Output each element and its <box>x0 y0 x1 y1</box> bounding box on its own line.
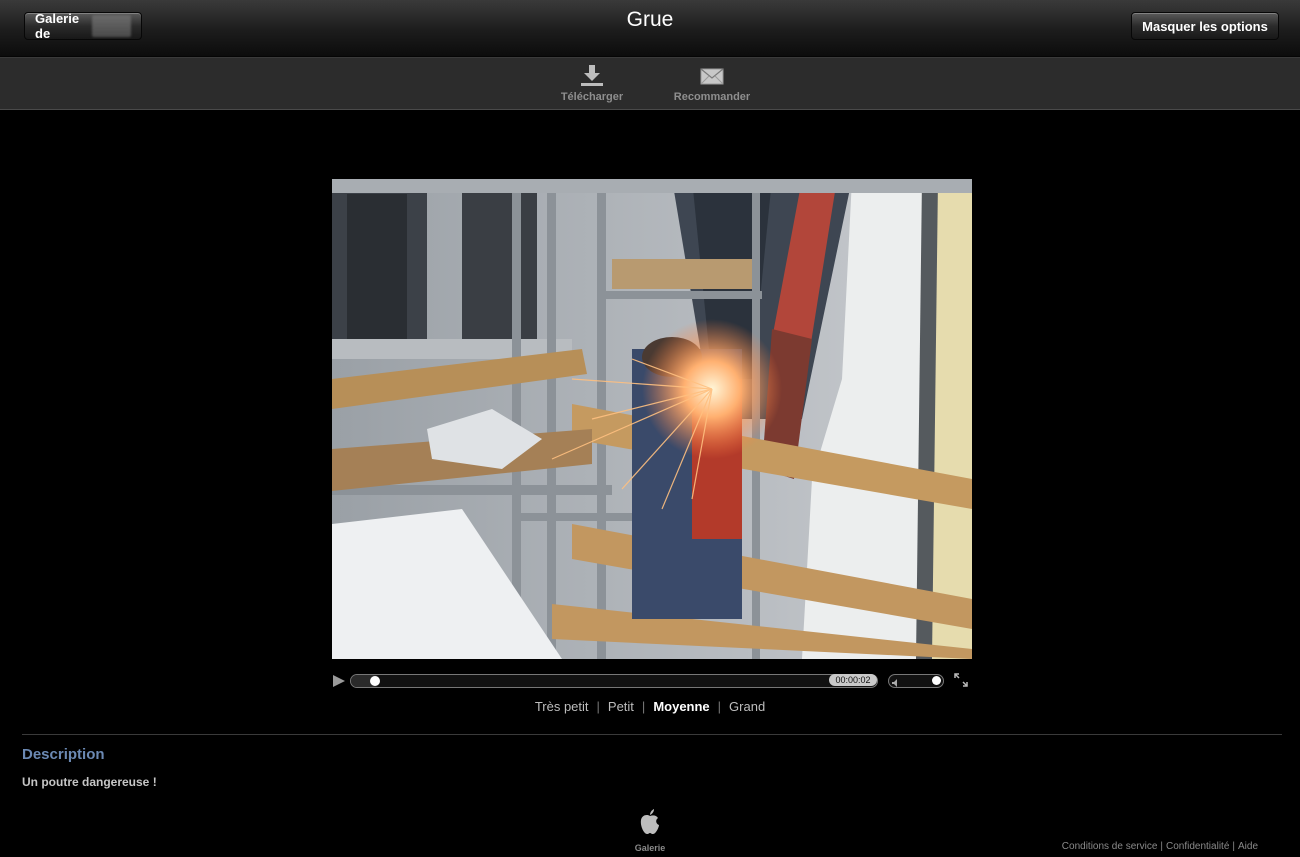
progress-knob[interactable] <box>369 676 380 686</box>
footer-links: Conditions de service | Confidentialité | Ai… <box>1062 841 1258 852</box>
page-title: Grue <box>626 8 674 31</box>
volume-slider[interactable] <box>888 674 944 688</box>
size-small[interactable]: Petit <box>608 699 634 714</box>
description-text: Un poutre dangereuse ! <box>22 775 157 789</box>
download-button[interactable]: Télécharger <box>542 63 642 103</box>
size-selector: Très petit | Petit | Moyenne | Grand <box>0 699 1300 714</box>
play-icon <box>333 675 345 687</box>
privacy-link[interactable]: Confidentialité <box>1166 841 1229 852</box>
size-separator: | <box>596 699 600 714</box>
progress-bar[interactable] <box>350 674 878 688</box>
size-medium[interactable]: Moyenne <box>653 699 709 714</box>
gallery-logo-label: Galerie <box>634 843 666 853</box>
download-label: Télécharger <box>560 91 624 103</box>
action-toolbar: Télécharger Recommander <box>0 57 1300 110</box>
footer-separator: | <box>1232 841 1235 852</box>
size-large[interactable]: Grand <box>729 699 765 714</box>
fullscreen-button[interactable] <box>954 673 968 687</box>
description-heading: Description <box>22 746 105 763</box>
video-frame[interactable] <box>332 179 972 659</box>
recommend-label: Recommander <box>673 91 751 103</box>
size-separator: | <box>641 699 646 714</box>
speaker-icon <box>891 675 901 693</box>
divider <box>22 734 1282 735</box>
download-icon <box>542 63 642 89</box>
size-very-small[interactable]: Très petit <box>535 699 589 714</box>
apple-logo-icon <box>640 809 659 834</box>
size-separator: | <box>717 699 722 714</box>
envelope-icon <box>662 63 762 89</box>
hide-options-button[interactable]: Masquer les options <box>1131 12 1279 40</box>
video-controls: 00:00:02 <box>332 672 972 690</box>
recommend-button[interactable]: Recommander <box>662 63 762 103</box>
volume-knob[interactable] <box>932 676 941 685</box>
timecode: 00:00:02 <box>829 674 877 686</box>
top-bar: Galerie de Grue Masquer les options <box>0 0 1300 57</box>
gallery-logo-link[interactable]: Galerie <box>620 808 680 853</box>
terms-link[interactable]: Conditions de service <box>1062 841 1158 852</box>
footer-separator: | <box>1160 841 1163 852</box>
fullscreen-icon <box>954 673 968 687</box>
play-button[interactable] <box>332 674 346 688</box>
help-link[interactable]: Aide <box>1238 841 1258 852</box>
